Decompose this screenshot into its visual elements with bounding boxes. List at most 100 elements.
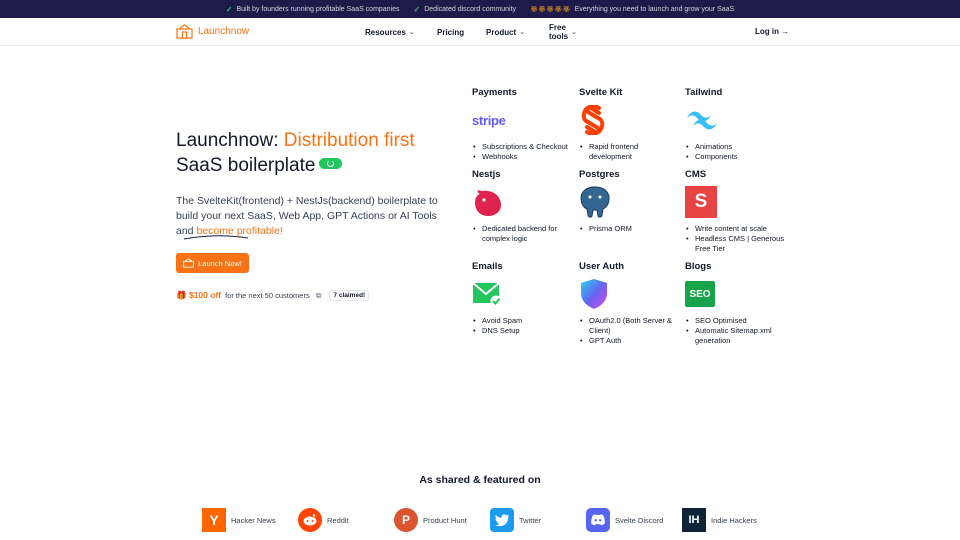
announcement-item: ✓ Built by founders running profitable S…: [226, 5, 400, 14]
feature-item: Dedicated backend for complex logic: [472, 224, 572, 244]
check-icon: ✓: [413, 4, 421, 14]
seo-icon: SEO: [685, 278, 785, 310]
cms-logo: S: [685, 186, 717, 218]
feature-item: Subscriptions & Checkout: [472, 142, 572, 152]
external-link-icon[interactable]: ⧉: [316, 291, 322, 301]
tech-features: Subscriptions & Checkout Webhooks: [472, 142, 572, 162]
tech-title: Postgres: [579, 169, 620, 180]
featured-svelte-discord[interactable]: Svelte Discord: [586, 508, 663, 532]
announcement-text: Dedicated discord community: [424, 5, 517, 13]
tech-card-svelte: Svelte Kit Rapid frontend development: [579, 87, 679, 162]
tech-features: Write content at scale Headless CMS | Ge…: [685, 224, 785, 254]
featured-label: Hacker News: [231, 515, 276, 525]
announcement-item: 🏵🏵🏵🏵🏵 Everything you need to launch and …: [530, 6, 734, 13]
brand-logo[interactable]: Launchnow: [176, 24, 249, 39]
shield-icon: [579, 278, 679, 310]
feature-item: Prisma ORM: [579, 224, 679, 234]
stripe-wordmark: stripe: [472, 112, 506, 128]
featured-label: Twitter: [519, 515, 542, 525]
tech-features: Avoid Spam DNS Setup: [472, 316, 572, 336]
email-icon: [472, 278, 572, 310]
cms-icon: S: [685, 186, 785, 218]
svelte-icon: [579, 104, 679, 136]
title-prefix: Launchnow:: [176, 130, 284, 151]
tech-features: Dedicated backend for complex logic: [472, 224, 572, 244]
tech-title: Nestjs: [472, 169, 501, 180]
nav-product[interactable]: Product ⌄: [486, 28, 525, 37]
tech-card-payments: Payments stripe Subscriptions & Checkout…: [472, 87, 572, 162]
feature-item: Components: [685, 152, 785, 162]
featured-hacker-news[interactable]: Y Hacker News: [202, 508, 276, 532]
tech-title: CMS: [685, 169, 707, 180]
tech-features: Prisma ORM: [579, 224, 679, 234]
featured-twitter[interactable]: Twitter: [490, 508, 541, 532]
loading-badge: [319, 158, 343, 170]
tech-features: OAuth2.0 (Both Server & Client) GPT Auth: [579, 316, 679, 346]
announcement-text: Everything you need to launch and grow y…: [574, 5, 735, 13]
featured-product-hunt[interactable]: P Product Hunt: [394, 508, 467, 532]
underline-swoosh: [183, 235, 249, 240]
nav-free-tools[interactable]: Free tools ⌄: [549, 23, 577, 41]
featured-label: Reddit: [327, 515, 349, 525]
postgres-icon: [579, 186, 679, 218]
brand-name: Launchnow: [198, 26, 250, 37]
tech-title: Payments: [472, 87, 517, 98]
tech-card-emails: Emails Avoid Spam DNS Setup: [472, 261, 572, 336]
check-icon: ✓: [225, 4, 233, 14]
tech-features: Rapid frontend development: [579, 142, 679, 162]
announcement-item: ✓ Dedicated discord community: [414, 5, 517, 14]
nestjs-icon: [472, 186, 572, 218]
feature-item: Write content at scale: [685, 224, 785, 234]
twitter-icon: [490, 508, 514, 532]
nav-pricing[interactable]: Pricing: [437, 28, 464, 37]
chevron-down-icon: ⌄: [408, 29, 415, 36]
hacker-news-icon: Y: [202, 508, 226, 532]
tech-card-nestjs: Nestjs Dedicated backend for complex log…: [472, 169, 572, 244]
feature-item: Webhooks: [472, 152, 572, 162]
title-line2: SaaS boilerplate: [176, 155, 316, 176]
tech-features: Animations Components: [685, 142, 785, 162]
hero-title: Launchnow: Distribution first SaaS boile…: [176, 128, 415, 178]
featured-indie-hackers[interactable]: IH Indie Hackers: [682, 508, 757, 532]
offer-line: 🎁 $100 off for the next 50 customers ⧉ 7…: [176, 290, 370, 301]
tech-card-postgres: Postgres Prisma ORM: [579, 169, 679, 234]
tailwind-icon: [685, 104, 785, 136]
indie-hackers-icon: IH: [682, 508, 706, 532]
stripe-icon: stripe: [472, 104, 572, 136]
featured-label: Indie Hackers: [711, 515, 757, 525]
award-icons: 🏵🏵🏵🏵🏵: [530, 6, 571, 13]
nav-label: Free tools: [549, 23, 569, 41]
nav-resources[interactable]: Resources ⌄: [365, 28, 415, 37]
login-link[interactable]: Log in →: [755, 27, 789, 36]
tech-title: User Auth: [579, 261, 625, 272]
title-accent: Distribution first: [283, 130, 415, 151]
feature-item: Headless CMS | Generous Free Tier: [685, 234, 785, 254]
tech-title: Emails: [472, 261, 503, 272]
reddit-icon: [298, 508, 322, 532]
feature-item: SEO Optimised: [685, 316, 785, 326]
feature-item: DNS Setup: [472, 326, 572, 336]
featured-title: As shared & featured on: [419, 474, 541, 486]
announcement-bar: ✓ Built by founders running profitable S…: [0, 0, 960, 18]
tech-card-tailwind: Tailwind Animations Components: [685, 87, 785, 162]
feature-item: Animations: [685, 142, 785, 152]
nav-label: Pricing: [437, 27, 465, 37]
feature-item: Rapid frontend development: [579, 142, 679, 162]
feature-item: Avoid Spam: [472, 316, 572, 326]
seo-badge: SEO: [685, 281, 715, 307]
cta-label: Launch Now!: [198, 258, 242, 268]
launch-now-button[interactable]: Launch Now!: [176, 253, 249, 273]
offer-amount: 🎁 $100 off: [176, 290, 222, 300]
announcement-text: Built by founders running profitable Saa…: [236, 5, 400, 13]
chevron-down-icon: ⌄: [519, 29, 526, 36]
featured-label: Svelte Discord: [615, 515, 664, 525]
feature-item: GPT Auth: [579, 336, 679, 346]
launch-icon: [176, 24, 193, 39]
featured-reddit[interactable]: Reddit: [298, 508, 349, 532]
feature-item: OAuth2.0 (Both Server & Client): [579, 316, 679, 336]
offer-text: for the next 50 customers: [225, 291, 310, 300]
tech-title: Tailwind: [685, 87, 723, 98]
chevron-down-icon: ⌄: [571, 29, 577, 36]
nav-label: Product: [486, 27, 517, 37]
feature-item: Automatic Sitemap.xml generation: [685, 326, 785, 346]
